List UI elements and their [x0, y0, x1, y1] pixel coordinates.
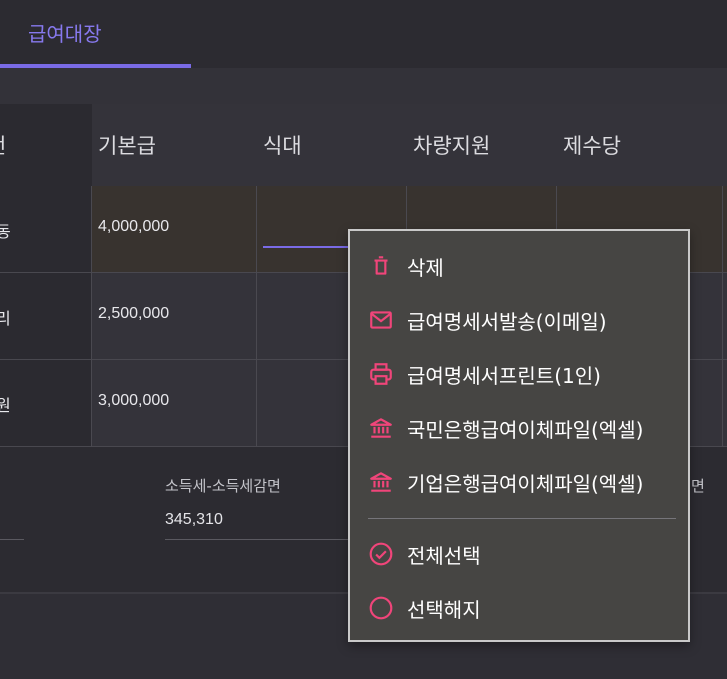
header-meal-allowance[interactable]: 식대 [263, 130, 302, 160]
meal-input-underline[interactable] [263, 246, 353, 248]
menu-item-label: 전체선택 [407, 544, 481, 568]
income-tax-underline [165, 539, 351, 540]
header-other-allowances[interactable]: 제수당 [563, 130, 621, 160]
header-row: 기본급 식대 차량지원 제수당 [92, 104, 727, 186]
table-row-name-cell[interactable]: 원 [0, 360, 92, 447]
menu-divider [368, 518, 676, 519]
menu-item-select-all[interactable]: 전체선택 [350, 533, 688, 573]
column-divider [256, 186, 257, 447]
menu-item-delete[interactable]: 삭제 [350, 245, 688, 285]
menu-item-print-payslip[interactable]: 급여명세서프린트(1인) [350, 353, 688, 393]
tab-bar-spacer [0, 68, 727, 104]
header-name-label: 번 [0, 130, 6, 160]
menu-item-label: 급여명세서프린트(1인) [407, 364, 601, 388]
base-pay-value: 3,000,000 [98, 392, 170, 409]
menu-item-label: 기업은행급여이체파일(엑셀) [407, 472, 644, 496]
menu-item-label: 선택해지 [407, 598, 481, 622]
base-pay-value: 2,500,000 [98, 305, 170, 322]
check-circle-icon [369, 542, 393, 566]
header-cell-name: 번 [0, 104, 92, 186]
menu-item-label: 삭제 [407, 256, 444, 280]
bank-icon [370, 472, 392, 492]
income-tax-value[interactable]: 345,310 [165, 511, 223, 529]
menu-item-ibk-transfer-file[interactable]: 기업은행급여이체파일(엑셀) [350, 461, 688, 501]
menu-item-send-payslip-email[interactable]: 급여명세서발송(이메일) [350, 299, 688, 339]
income-tax-label: 소득세-소득세감면 [165, 477, 281, 495]
menu-item-deselect[interactable]: 선택해지 [350, 587, 688, 627]
table-row-name-cell[interactable]: 리 [0, 273, 92, 360]
column-divider [722, 186, 723, 447]
row-name: 동 [0, 222, 11, 241]
bank-icon [370, 418, 392, 438]
row-name: 리 [0, 309, 11, 328]
row-name: 원 [0, 396, 11, 415]
menu-item-label: 급여명세서발송(이메일) [407, 310, 607, 334]
table-row-name-cell[interactable]: 동 [0, 186, 92, 273]
circle-icon [369, 596, 393, 620]
base-pay-value: 4,000,000 [98, 218, 170, 235]
tab-bar: 급여대장 [0, 0, 727, 68]
trash-icon [374, 256, 388, 275]
field-underline [0, 539, 24, 540]
header-vehicle-support[interactable]: 차량지원 [413, 130, 490, 160]
column-divider [91, 186, 92, 447]
context-menu: 삭제 급여명세서발송(이메일) 급여명세서프린트(1인) 국민은행급여이체파일(… [348, 229, 690, 642]
header-base-pay[interactable]: 기본급 [98, 130, 156, 160]
menu-item-kb-transfer-file[interactable]: 국민은행급여이체파일(엑셀) [350, 407, 688, 447]
menu-item-label: 국민은행급여이체파일(엑셀) [407, 418, 644, 442]
tax-reduction-label-partial: 면 [691, 477, 705, 495]
tab-payroll-ledger[interactable]: 급여대장 [28, 18, 102, 47]
mail-icon [370, 311, 392, 329]
printer-icon [370, 363, 392, 385]
